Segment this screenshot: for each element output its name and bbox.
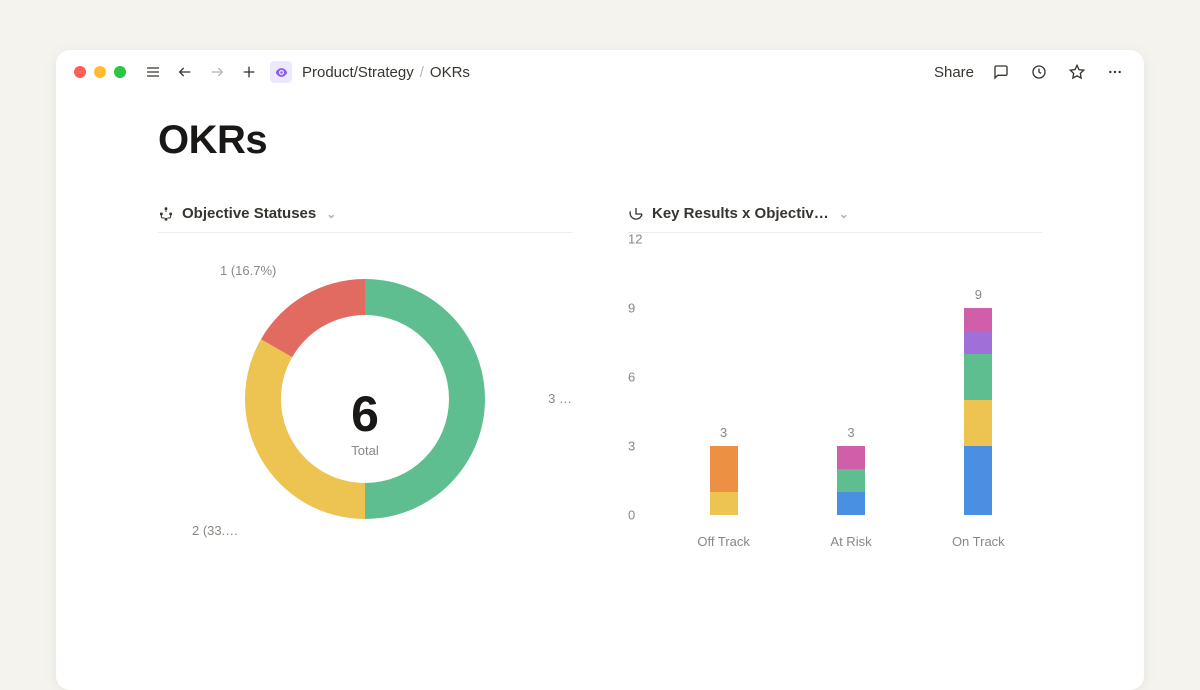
topbar: Product/Strategy / OKRs Share [56,50,1144,94]
donut-total-value: 6 [351,389,379,439]
y-tick-label: 6 [628,370,635,385]
x-tick-label: Off Track [660,534,787,549]
bar-segment [964,400,992,446]
y-tick-label: 12 [628,232,642,247]
window-zoom-button[interactable] [114,66,126,78]
window-minimize-button[interactable] [94,66,106,78]
breadcrumb: Product/Strategy / OKRs [302,64,470,81]
y-tick-label: 3 [628,439,635,454]
bar-total-label: 3 [720,425,727,440]
bar-on-track[interactable]: 9 [964,308,992,515]
page-body: OKRs Objective Statuses ⌄ 6 Total 1 (16.… [56,94,1144,563]
donut-total-label: Total [351,443,379,458]
more-icon[interactable] [1104,61,1126,83]
donut-chart: 6 Total 1 (16.7%) 3 … 2 (33.… [158,233,572,563]
comments-icon[interactable] [990,61,1012,83]
chevron-down-icon: ⌄ [326,207,336,221]
breadcrumb-separator: / [420,64,424,81]
breadcrumb-current[interactable]: OKRs [430,64,470,81]
bar-segment [964,446,992,515]
updates-icon[interactable] [1028,61,1050,83]
card-title: Objective Statuses [182,205,316,222]
y-tick-label: 0 [628,508,635,523]
nav-forward-button[interactable] [206,61,228,83]
bar-segment [837,492,865,515]
app-window: Product/Strategy / OKRs Share OKRs [56,50,1144,690]
bar-segment [710,446,738,492]
donut-callout-offtrack: 1 (16.7%) [220,263,276,278]
donut-center: 6 Total [351,389,379,458]
donut-slice-off-track[interactable] [261,279,365,357]
card-header[interactable]: Objective Statuses ⌄ [158,205,572,233]
x-tick-label: At Risk [787,534,914,549]
share-button[interactable]: Share [934,64,974,81]
bar-segment [837,469,865,492]
charts-row: Objective Statuses ⌄ 6 Total 1 (16.7%) 3… [158,205,1042,563]
x-tick-label: On Track [915,534,1042,549]
bar-off-track[interactable]: 3 [710,446,738,515]
window-close-button[interactable] [74,66,86,78]
card-objective-statuses: Objective Statuses ⌄ 6 Total 1 (16.7%) 3… [158,205,572,563]
bar-x-axis: Off TrackAt RiskOn Track [660,534,1042,549]
bar-total-label: 9 [975,287,982,302]
hierarchy-icon [158,206,174,222]
sidebar-toggle-icon[interactable] [142,61,164,83]
card-header[interactable]: Key Results x Objectiv… ⌄ [628,205,1042,233]
bar-plot-area: 036912339 [628,239,1042,523]
bar-chart: 0 3 6 9 12 3 3 9 Off TrackAt RiskOn Track [628,233,1042,563]
page-title: OKRs [158,118,1042,163]
bar-total-label: 3 [847,425,854,440]
y-tick-label: 9 [628,301,635,316]
donut-callout-atrisk: 2 (33.… [192,523,238,538]
bar-segment [964,354,992,400]
pie-chart-icon [628,206,644,222]
donut-slice-at-risk[interactable] [245,339,365,519]
card-key-results: Key Results x Objectiv… ⌄ 0 3 6 9 12 3 3 9 Off … [628,205,1042,563]
bar-at-risk[interactable]: 3 [837,446,865,515]
topbar-right: Share [934,61,1126,83]
card-title: Key Results x Objectiv… [652,205,829,222]
new-tab-button[interactable] [238,61,260,83]
bar-segment [964,331,992,354]
page-icon[interactable] [270,61,292,83]
bar-segment [964,308,992,331]
bar-segment [837,446,865,469]
bar-segment [710,492,738,515]
nav-back-button[interactable] [174,61,196,83]
breadcrumb-parent[interactable]: Product/Strategy [302,64,414,81]
donut-slice-on-track[interactable] [365,279,485,519]
chevron-down-icon: ⌄ [839,207,849,221]
donut-callout-ontrack: 3 … [548,391,572,406]
favorite-icon[interactable] [1066,61,1088,83]
window-traffic-lights [74,66,126,78]
